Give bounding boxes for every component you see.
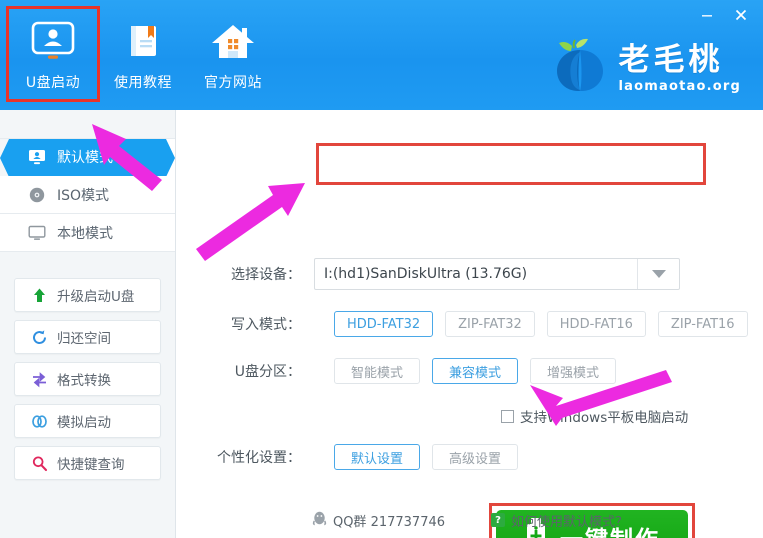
partition-row: U盘分区： 智能模式 兼容模式 增强模式	[197, 358, 616, 384]
sidebar-item-label: 本地模式	[57, 225, 113, 242]
tool-hotkey-query[interactable]: 快捷键查询	[14, 446, 161, 480]
sidebar-item-iso-mode[interactable]: ISO模式	[0, 176, 175, 214]
monitor-default-icon	[28, 148, 46, 166]
disc-iso-icon	[28, 186, 46, 204]
laomaotao-usb-boot-window: U盘启动 使用教程 官方网站 老毛桃 laomaotao.org 默认模式 IS…	[0, 0, 763, 538]
search-magnifier-icon	[31, 455, 48, 472]
partition-label: U盘分区：	[234, 364, 301, 380]
qq-group-link[interactable]: QQ群 217737746	[312, 510, 445, 530]
write-mode-label: 写入模式：	[231, 317, 301, 333]
logo-text: 老毛桃 laomaotao.org	[618, 41, 741, 94]
tool-label: 快捷键查询	[57, 457, 125, 473]
minimize-button[interactable]	[691, 2, 723, 28]
tool-label: 升级启动U盘	[57, 289, 135, 305]
main-nav: U盘启动 使用教程 官方网站	[6, 6, 278, 102]
tool-upgrade-boot-usb[interactable]: 升级启动U盘	[14, 278, 161, 312]
device-select-wrapper: I:(hd1)SanDiskUltra (13.76G)	[314, 258, 680, 290]
device-select-value: I:(hd1)SanDiskUltra (13.76G)	[324, 266, 528, 282]
write-mode-options: HDD-FAT32 ZIP-FAT32 HDD-FAT16 ZIP-FAT16	[334, 311, 748, 337]
write-mode-row: 写入模式： HDD-FAT32 ZIP-FAT32 HDD-FAT16 ZIP-…	[197, 311, 748, 337]
minimize-icon	[702, 15, 712, 17]
sidebar-item-label: ISO模式	[57, 187, 110, 204]
write-mode-option-zip-fat16[interactable]: ZIP-FAT16	[657, 311, 748, 337]
partition-option-compatible[interactable]: 兼容模式	[432, 358, 518, 384]
write-mode-option-hdd-fat32[interactable]: HDD-FAT32	[334, 311, 434, 337]
personalize-options: 默认设置 高级设置	[334, 444, 518, 470]
display-local-icon	[28, 224, 46, 242]
nav-label: 使用教程	[114, 75, 172, 91]
partition-option-enhanced[interactable]: 增强模式	[530, 358, 616, 384]
nav-label: U盘启动	[25, 75, 81, 91]
partition-option-smart[interactable]: 智能模式	[334, 358, 420, 384]
personalize-label: 个性化设置：	[217, 450, 301, 466]
sidebar-item-default-mode[interactable]: 默认模式	[0, 138, 175, 176]
help-default-mode-link[interactable]: ? 如何使用默认模式？	[491, 511, 628, 530]
tool-label: 格式转换	[57, 373, 111, 389]
refresh-restore-icon	[31, 329, 48, 346]
help-label: 如何使用默认模式？	[511, 514, 629, 530]
main-panel: 选择设备： I:(hd1)SanDiskUltra (13.76G) 写入模式：…	[177, 110, 763, 538]
tool-restore-space[interactable]: 归还空间	[14, 320, 161, 354]
sidebar: 默认模式 ISO模式 本地模式 升级启动U盘 归还空间 格式转换 模拟启动 快捷…	[0, 110, 176, 538]
upload-arrow-icon	[31, 287, 48, 304]
nav-item-official-site[interactable]: 官方网站	[188, 8, 278, 100]
personalize-option-advanced[interactable]: 高级设置	[432, 444, 518, 470]
home-website-icon	[209, 18, 257, 66]
window-controls	[691, 2, 757, 28]
mode-list: 默认模式 ISO模式 本地模式	[0, 138, 175, 252]
logo-title: 老毛桃	[618, 41, 724, 78]
nav-item-usb-boot[interactable]: U盘启动	[6, 6, 100, 102]
tablet-support-checkbox[interactable]: 支持Windows平板电脑启动	[501, 406, 688, 426]
usb-boot-monitor-icon	[30, 18, 76, 66]
tool-list: 升级启动U盘 归还空间 格式转换 模拟启动 快捷键查询	[0, 278, 175, 480]
tool-simulate-boot[interactable]: 模拟启动	[14, 404, 161, 438]
device-select[interactable]: I:(hd1)SanDiskUltra (13.76G)	[314, 258, 680, 290]
partition-options: 智能模式 兼容模式 增强模式	[334, 358, 616, 384]
nav-item-tutorial[interactable]: 使用教程	[98, 8, 188, 100]
sidebar-item-label: 默认模式	[57, 150, 113, 166]
device-row: 选择设备：	[197, 258, 301, 290]
sidebar-item-local-mode[interactable]: 本地模式	[0, 214, 175, 252]
checkbox-label: 支持Windows平板电脑启动	[520, 410, 689, 426]
personalize-row: 个性化设置： 默认设置 高级设置	[197, 444, 518, 470]
book-tutorial-icon	[121, 18, 165, 66]
title-bar-header: U盘启动 使用教程 官方网站 老毛桃 laomaotao.org	[0, 0, 763, 110]
write-mode-option-zip-fat32[interactable]: ZIP-FAT32	[445, 311, 535, 337]
brand-logo: 老毛桃 laomaotao.org	[552, 36, 741, 101]
close-button[interactable]	[725, 2, 757, 28]
tool-format-convert[interactable]: 格式转换	[14, 362, 161, 396]
status-bar: QQ群 217737746 ? 如何使用默认模式？	[177, 510, 763, 530]
qq-penguin-icon	[312, 510, 327, 530]
write-mode-option-hdd-fat16[interactable]: HDD-FAT16	[546, 311, 646, 337]
link-chain-icon	[31, 413, 48, 430]
close-icon	[735, 9, 747, 21]
tool-label: 归还空间	[57, 331, 111, 347]
swap-arrows-icon	[31, 371, 48, 388]
tool-label: 模拟启动	[57, 415, 111, 431]
logo-domain: laomaotao.org	[618, 78, 741, 94]
nav-label: 官方网站	[204, 75, 262, 91]
peach-logo-icon	[552, 36, 610, 101]
qq-group-label: QQ群 217737746	[332, 514, 446, 530]
help-question-icon: ?	[491, 513, 506, 527]
personalize-option-default[interactable]: 默认设置	[334, 444, 420, 470]
chevron-down-icon[interactable]	[637, 259, 679, 289]
device-label: 选择设备：	[231, 267, 301, 283]
checkbox-box[interactable]	[501, 409, 514, 423]
